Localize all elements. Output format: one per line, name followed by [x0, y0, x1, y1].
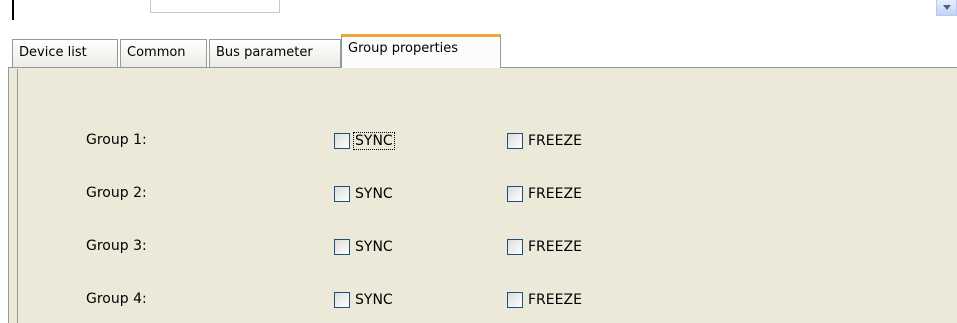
tab-common[interactable]: Common: [120, 39, 207, 67]
group-label: Group 3:: [86, 238, 147, 254]
group-row-4: Group 4: SYNC FREEZE: [18, 289, 957, 311]
sync-checkbox-group-1[interactable]: SYNC: [334, 130, 395, 152]
sync-label[interactable]: SYNC: [353, 238, 395, 256]
checkbox-icon[interactable]: [507, 239, 523, 255]
group-label: Group 4:: [86, 291, 147, 307]
freeze-label[interactable]: FREEZE: [526, 291, 584, 309]
panel-content: Group 1: SYNC FREEZE Group 2: SYNC FREEZ…: [17, 69, 957, 323]
sync-label[interactable]: SYNC: [353, 132, 395, 150]
group-properties-panel: Group 1: SYNC FREEZE Group 2: SYNC FREEZ…: [8, 68, 957, 323]
top-toolbar-area: [0, 0, 957, 24]
sync-label[interactable]: SYNC: [353, 185, 395, 203]
freeze-label[interactable]: FREEZE: [526, 132, 584, 150]
sync-checkbox-group-2[interactable]: SYNC: [334, 183, 395, 205]
freeze-label[interactable]: FREEZE: [526, 238, 584, 256]
sync-checkbox-group-3[interactable]: SYNC: [334, 236, 395, 258]
sync-label[interactable]: SYNC: [353, 291, 395, 309]
left-border: [0, 24, 8, 323]
tab-strip: Device list Common Bus parameter Group p…: [8, 32, 957, 70]
checkbox-icon[interactable]: [507, 292, 523, 308]
checkbox-icon[interactable]: [334, 133, 350, 149]
tab-group-properties[interactable]: Group properties: [341, 34, 501, 68]
checkbox-icon[interactable]: [334, 292, 350, 308]
checkbox-icon[interactable]: [507, 133, 523, 149]
checkbox-icon[interactable]: [334, 186, 350, 202]
sync-checkbox-group-4[interactable]: SYNC: [334, 289, 395, 311]
checkbox-icon[interactable]: [334, 239, 350, 255]
checkbox-icon[interactable]: [507, 186, 523, 202]
group-row-2: Group 2: SYNC FREEZE: [18, 183, 957, 205]
tab-bus-parameter[interactable]: Bus parameter: [209, 39, 341, 67]
freeze-label[interactable]: FREEZE: [526, 185, 584, 203]
freeze-checkbox-group-3[interactable]: FREEZE: [507, 236, 584, 258]
freeze-checkbox-group-1[interactable]: FREEZE: [507, 130, 584, 152]
group-row-1: Group 1: SYNC FREEZE: [18, 130, 957, 152]
cutoff-field[interactable]: [150, 0, 280, 13]
group-label: Group 2:: [86, 185, 147, 201]
group-label: Group 1:: [86, 132, 147, 148]
tab-device-list[interactable]: Device list: [12, 39, 118, 67]
chevron-down-icon[interactable]: [936, 0, 957, 16]
window: Device list Common Bus parameter Group p…: [0, 0, 957, 323]
freeze-checkbox-group-2[interactable]: FREEZE: [507, 183, 584, 205]
group-row-3: Group 3: SYNC FREEZE: [18, 236, 957, 258]
freeze-checkbox-group-4[interactable]: FREEZE: [507, 289, 584, 311]
divider: [12, 0, 14, 20]
